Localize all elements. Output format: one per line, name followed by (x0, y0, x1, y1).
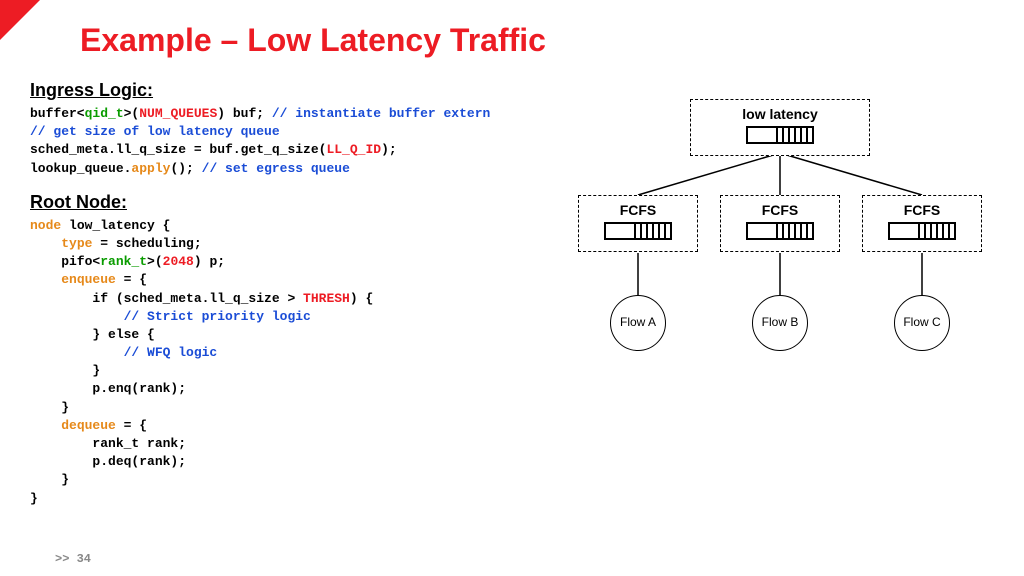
accent-corner (0, 0, 40, 40)
leaf-flow-a: Flow A (610, 295, 666, 351)
page-number: >> 34 (55, 552, 91, 566)
node-label: low latency (691, 106, 869, 122)
node-fcfs-c: FCFS (862, 195, 982, 252)
node-low-latency: low latency (690, 99, 870, 156)
leaf-flow-b: Flow B (752, 295, 808, 351)
root-code: node low_latency { type = scheduling; pi… (30, 217, 530, 508)
root-heading: Root Node: (30, 192, 530, 213)
node-label: FCFS (863, 202, 981, 218)
node-label: FCFS (721, 202, 839, 218)
code-column: Ingress Logic: buffer<qid_t>(NUM_QUEUES)… (30, 80, 530, 522)
slide-title: Example – Low Latency Traffic (80, 22, 546, 59)
queue-icon (604, 222, 672, 240)
ingress-heading: Ingress Logic: (30, 80, 530, 101)
queue-icon (888, 222, 956, 240)
ingress-code: buffer<qid_t>(NUM_QUEUES) buf; // instan… (30, 105, 530, 178)
queue-icon (746, 222, 814, 240)
leaf-flow-c: Flow C (894, 295, 950, 351)
node-label: FCFS (579, 202, 697, 218)
node-fcfs-b: FCFS (720, 195, 840, 252)
node-fcfs-a: FCFS (578, 195, 698, 252)
queue-icon (746, 126, 814, 144)
tree-diagram: low latency FCFS FCFS FCFS Flow A Flow B… (560, 95, 1000, 415)
